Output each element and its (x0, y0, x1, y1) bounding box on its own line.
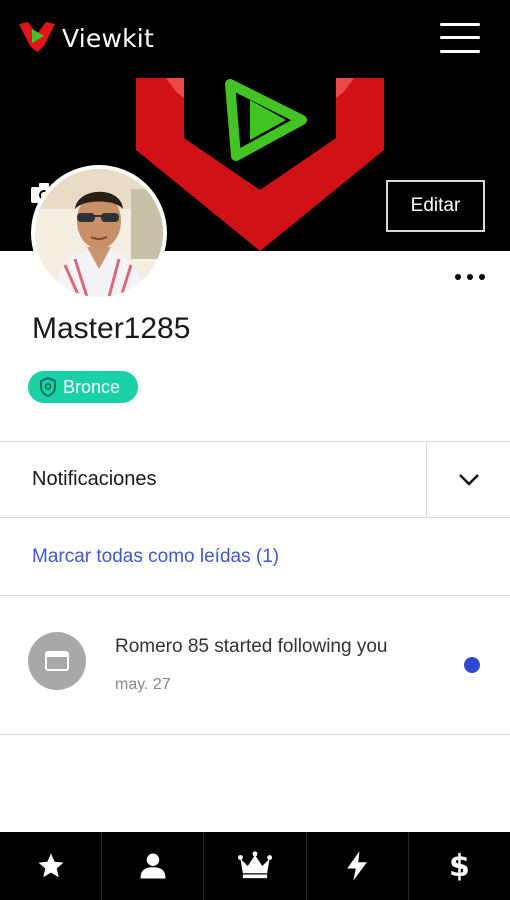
viewkit-logo-icon[interactable] (18, 20, 56, 54)
dollar-icon: $ (448, 848, 470, 884)
notification-date: may. 27 (115, 676, 171, 693)
notification-text: Romero 85 started following you (115, 636, 388, 657)
notifications-title: Notificaciones (32, 468, 157, 490)
username: Master1285 (32, 312, 191, 345)
notifications-toggle-button[interactable] (426, 442, 510, 518)
nav-activity[interactable] (307, 832, 409, 900)
mark-all-read-link[interactable]: Marcar todas como leídas (1) (32, 546, 279, 568)
notifications-header: Notificaciones (0, 441, 510, 518)
brand-name: Viewkit (62, 24, 154, 53)
list-item[interactable]: Romero 85 started following you may. 27 (0, 596, 510, 735)
star-icon (38, 853, 64, 878)
chevron-down-icon (458, 474, 479, 486)
shield-icon (40, 377, 56, 397)
nav-earnings[interactable]: $ (409, 832, 510, 900)
bottom-nav: $ (0, 832, 510, 900)
more-options-icon[interactable] (455, 270, 485, 284)
avatar[interactable] (31, 165, 167, 301)
edit-profile-button[interactable]: Editar (386, 180, 485, 232)
nav-favorites[interactable] (0, 832, 103, 900)
user-icon (140, 853, 166, 879)
nav-ranking[interactable] (204, 832, 307, 900)
unread-indicator (464, 657, 480, 673)
app-header: Viewkit (0, 0, 510, 78)
nav-profile[interactable] (102, 832, 205, 900)
status-badge: Bronce (28, 371, 138, 403)
mark-all-read-row: Marcar todas como leídas (1) (0, 518, 510, 596)
profile-photo (35, 169, 163, 297)
lightning-icon (347, 851, 368, 881)
browser-window-icon (28, 632, 86, 690)
crown-icon (238, 851, 272, 879)
badge-label: Bronce (63, 376, 121, 397)
hamburger-menu-icon[interactable] (440, 20, 480, 56)
cover-image (136, 78, 384, 251)
